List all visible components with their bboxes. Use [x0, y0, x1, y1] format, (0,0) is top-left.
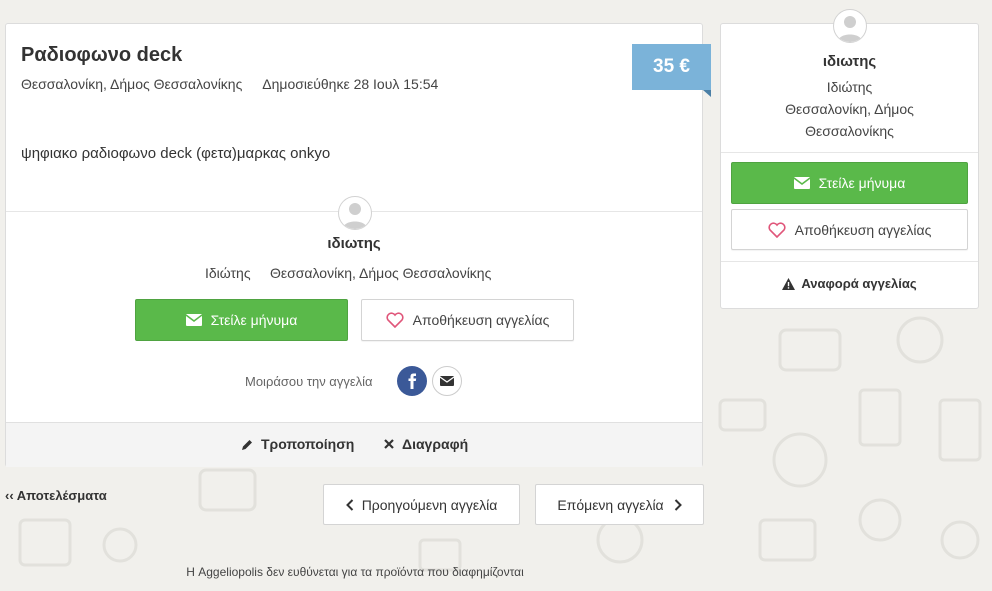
- next-ad-label: Επόμενη αγγελία: [557, 496, 664, 513]
- delete-label: Διαγραφή: [402, 436, 469, 452]
- delete-link[interactable]: Διαγραφή: [384, 436, 468, 452]
- sidebar-save-ad-button[interactable]: Αποθήκευση αγγελίας: [731, 209, 968, 250]
- send-message-label: Στείλε μήνυμα: [210, 312, 298, 328]
- envelope-icon: [185, 314, 202, 326]
- heart-icon: [768, 221, 786, 238]
- heart-icon: [386, 312, 404, 328]
- send-message-button[interactable]: Στείλε μήνυμα: [135, 299, 348, 341]
- sidebar-send-message-label: Στείλε μήνυμα: [818, 175, 906, 191]
- share-label: Μοιράσου την αγγελία: [245, 374, 373, 389]
- footer-disclaimer: Η Aggeliopolis δεν ευθύνεται για τα προϊ…: [186, 565, 524, 579]
- envelope-icon: [793, 177, 810, 189]
- avatar-icon: [833, 9, 867, 43]
- next-ad-button[interactable]: Επόμενη αγγελία: [535, 484, 704, 525]
- sidebar-send-message-button[interactable]: Στείλε μήνυμα: [731, 162, 968, 204]
- sidebar-seller-location-2: Θεσσαλονίκης: [805, 123, 894, 139]
- listing-published: Δημοσιεύθηκε 28 Ιουλ 15:54: [262, 76, 439, 92]
- pencil-icon: [242, 439, 253, 450]
- price-badge-fold: [703, 90, 711, 97]
- seller-type: Ιδιώτης: [205, 265, 251, 281]
- listing-description: ψηφιακο ραδιοφωνο deck (φετα)μαρκας onky…: [21, 145, 331, 162]
- seller-name: ιδιωτης: [327, 235, 381, 252]
- close-icon: [384, 439, 394, 449]
- email-icon[interactable]: [432, 366, 462, 396]
- save-ad-button[interactable]: Αποθήκευση αγγελίας: [361, 299, 574, 341]
- listing-location: Θεσσαλονίκη, Δήμος Θεσσαλονίκης: [21, 76, 243, 92]
- avatar-icon: [338, 196, 372, 230]
- sidebar-seller-name: ιδιωτης: [822, 53, 877, 70]
- sidebar-seller-type: Ιδιώτης: [826, 79, 873, 95]
- price-badge: 35 €: [632, 44, 711, 90]
- save-ad-label: Αποθήκευση αγγελίας: [412, 312, 550, 328]
- report-ad-link[interactable]: Αναφορά αγγελίας: [721, 276, 978, 291]
- sidebar-save-ad-label: Αποθήκευση αγγελίας: [794, 221, 932, 238]
- facebook-icon[interactable]: [397, 366, 427, 396]
- chevron-right-icon: [674, 498, 682, 511]
- warning-icon: [782, 277, 796, 290]
- divider: [721, 261, 978, 262]
- edit-label: Τροποποίηση: [261, 436, 355, 452]
- listing-meta: Θεσσαλονίκη, Δήμος Θεσσαλονίκης Δημοσιεύ…: [21, 76, 438, 92]
- owner-actions-bar: Τροποποίηση Διαγραφή: [6, 422, 702, 467]
- listing-card: Ραδιοφωνο deck Θεσσαλονίκη, Δήμος Θεσσαλ…: [5, 23, 711, 467]
- seller-location: Θεσσαλονίκη, Δήμος Θεσσαλονίκης: [270, 265, 492, 281]
- chevron-left-icon: [345, 498, 354, 511]
- sidebar-seller-location-1: Θεσσαλονίκη, Δήμος: [785, 101, 914, 117]
- divider: [721, 152, 978, 153]
- report-ad-label: Αναφορά αγγελίας: [801, 276, 917, 291]
- edit-link[interactable]: Τροποποίηση: [242, 436, 354, 452]
- listing-title: Ραδιοφωνο deck: [21, 44, 183, 66]
- back-to-results-link[interactable]: ‹‹ Αποτελέσματα: [5, 488, 107, 503]
- seller-sidebar-card: ιδιωτης Ιδιώτης Θεσσαλονίκη, Δήμος Θεσσα…: [720, 9, 979, 309]
- previous-ad-label: Προηγούμενη αγγελία: [361, 496, 498, 513]
- previous-ad-button[interactable]: Προηγούμενη αγγελία: [323, 484, 520, 525]
